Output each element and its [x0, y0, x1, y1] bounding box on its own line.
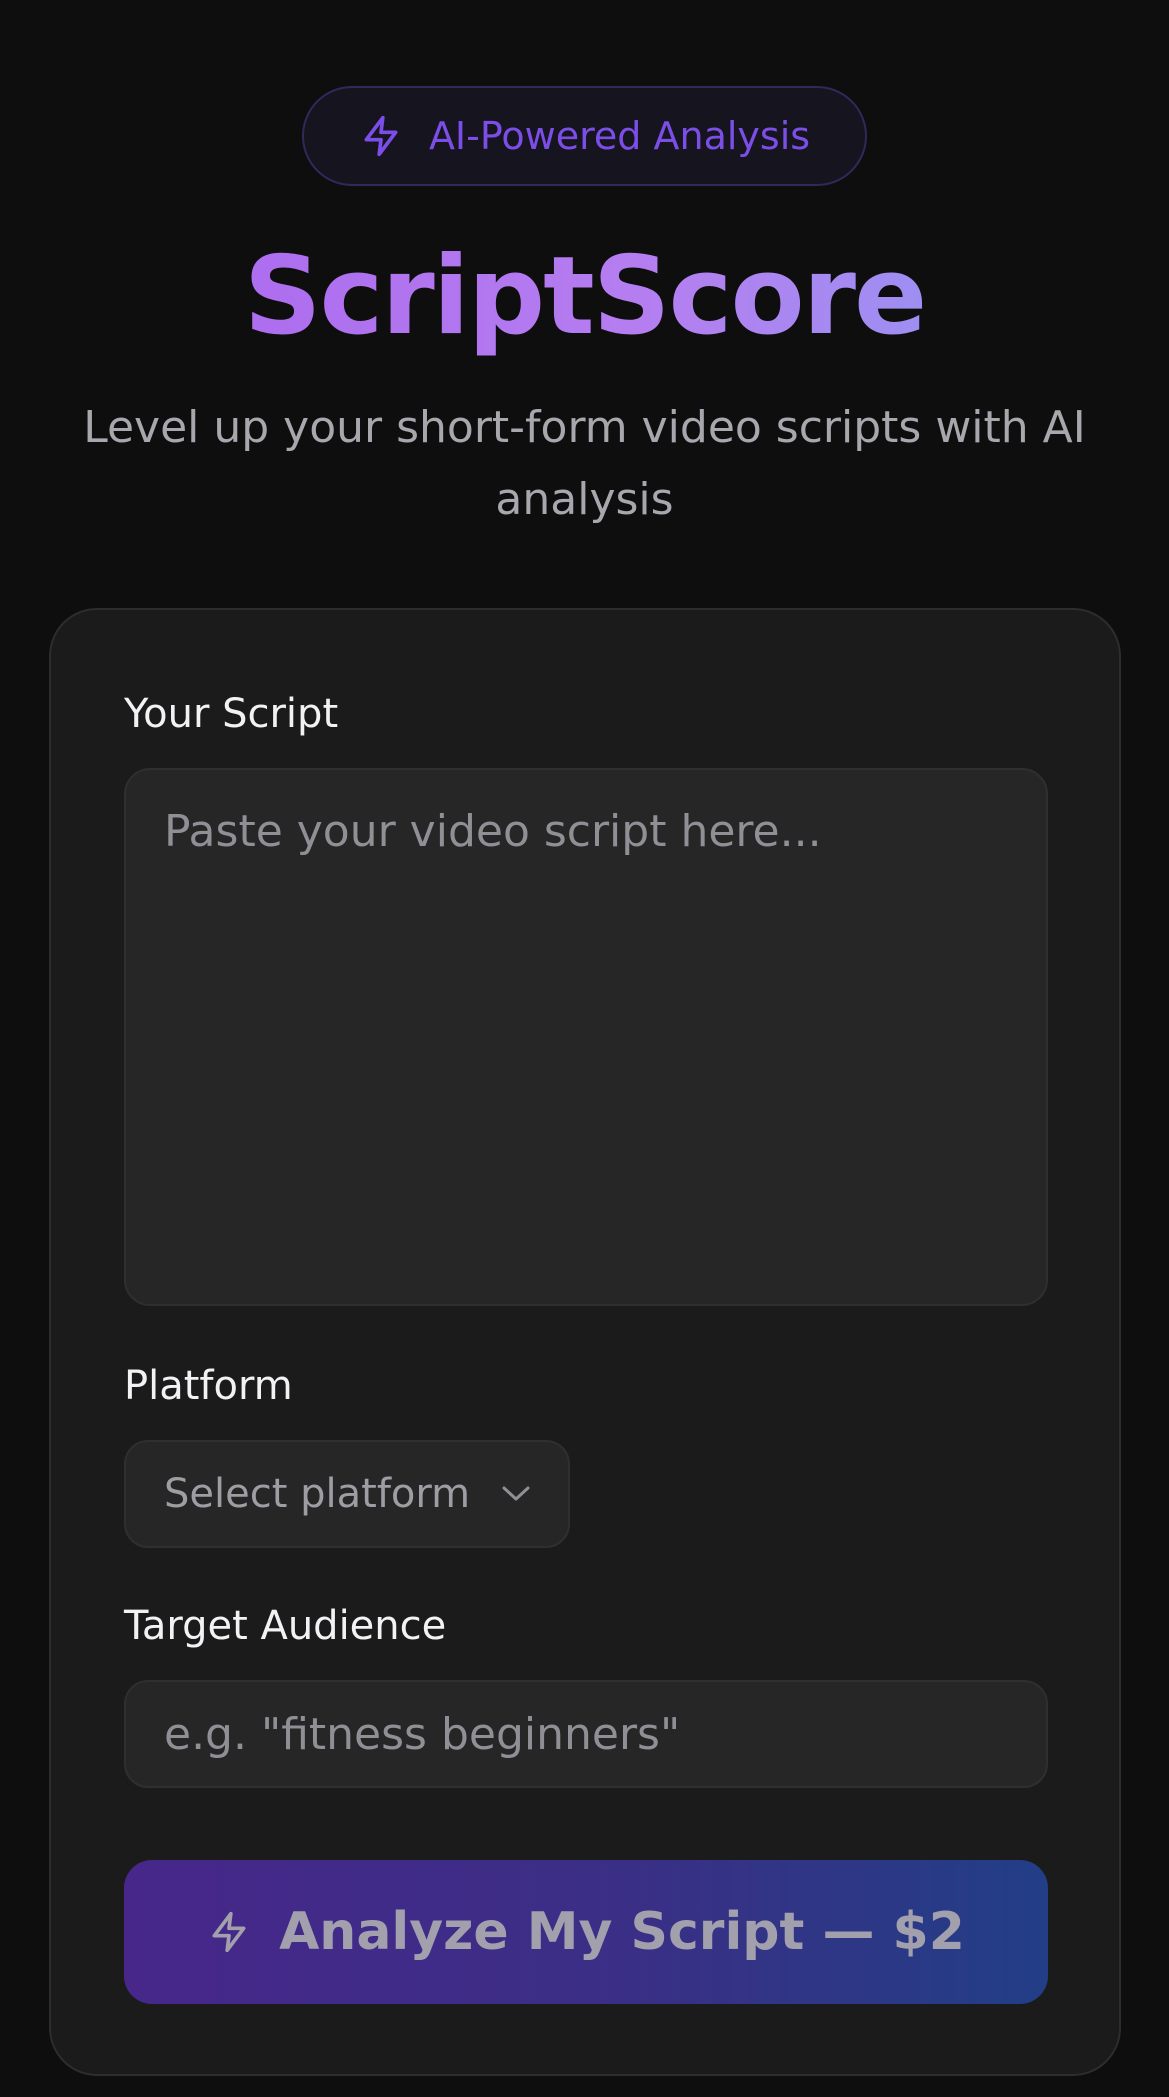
script-label: Your Script	[124, 691, 339, 737]
audience-label: Target Audience	[124, 1603, 447, 1649]
audience-placeholder: e.g. "fitness beginners"	[164, 1708, 681, 1760]
platform-label: Platform	[124, 1363, 293, 1409]
script-form-card: Your Script Paste your video script here…	[49, 608, 1121, 2076]
page-subtitle: Level up your short-form video scripts w…	[83, 402, 1086, 525]
lightning-bolt-icon	[212, 1911, 246, 1953]
platform-select[interactable]: Select platform	[124, 1440, 570, 1548]
analyze-script-button[interactable]: Analyze My Script — $2	[124, 1860, 1048, 2004]
script-textarea[interactable]: Paste your video script here...	[124, 768, 1048, 1306]
chevron-down-icon	[502, 1486, 530, 1501]
ai-powered-badge: AI-Powered Analysis	[302, 86, 867, 186]
lightning-bolt-icon	[364, 115, 398, 157]
badge-label: AI-Powered Analysis	[428, 114, 811, 158]
audience-input[interactable]: e.g. "fitness beginners"	[124, 1680, 1048, 1788]
page-title: ScriptScore	[0, 232, 1169, 362]
analyze-button-label: Analyze My Script — $2	[279, 1902, 965, 1962]
script-placeholder: Paste your video script here...	[164, 806, 822, 857]
platform-placeholder: Select platform	[164, 1471, 471, 1517]
